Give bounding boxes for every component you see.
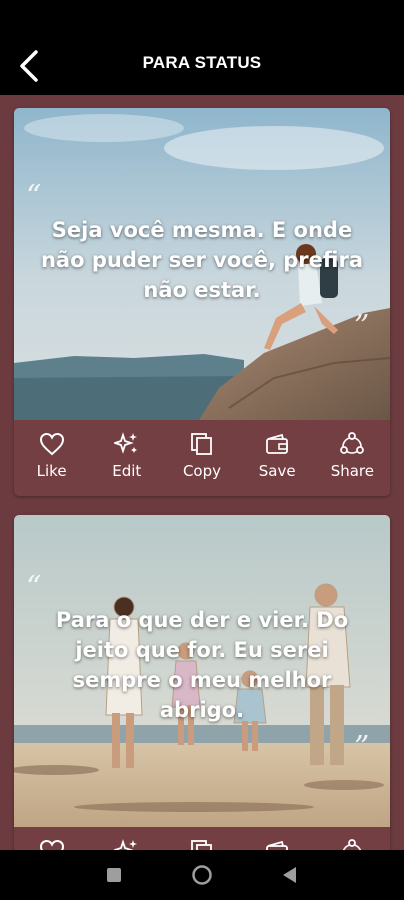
share-button[interactable]: Share [317,837,387,850]
close-quote-mark: ” [354,309,370,344]
system-navigation-bar [0,850,404,900]
copy-icon [188,837,216,850]
save-label: Save [258,462,296,480]
like-button[interactable]: Like [17,430,87,480]
like-label: Like [36,462,67,480]
close-quote-mark: ” [354,730,370,765]
home-button[interactable] [182,855,222,895]
copy-button[interactable]: Copy [167,837,237,850]
wallet-icon [263,837,291,850]
quote-text: Seja você mesma. E onde não puder ser vo… [40,218,363,302]
save-button[interactable]: Save [242,837,312,850]
sparkle-icon [113,837,141,850]
edit-label: Edit [112,462,142,480]
app-bar: PARA STATUS [0,0,404,95]
copy-label: Copy [182,462,221,480]
open-quote-mark: “ [26,179,42,214]
quote-actions: Like Edit Copy Save [14,420,390,496]
wallet-icon [263,430,291,458]
share-label: Share [330,462,374,480]
share-button[interactable]: Share [317,430,387,480]
back-triangle-icon [283,867,296,883]
share-icon [338,430,366,458]
quote-background-image: “ Seja você mesma. E onde não puder ser … [14,108,390,420]
home-circle-icon [192,865,212,885]
edit-button[interactable]: Edit [92,837,162,850]
page-title: PARA STATUS [142,53,262,72]
sparkle-icon [113,430,141,458]
quote-card: “ Para o que der e vier. Do jeito que fo… [14,515,390,850]
system-back-button[interactable] [270,855,310,895]
quote-text: Para o que der e vier. Do jeito que for.… [55,608,349,722]
quote-list[interactable]: “ Seja você mesma. E onde não puder ser … [0,95,404,850]
quote-actions: Like Edit Copy Save [14,827,390,850]
like-button[interactable]: Like [17,837,87,850]
save-button[interactable]: Save [242,430,312,480]
quote-background-image: “ Para o que der e vier. Do jeito que fo… [14,515,390,827]
recents-square-icon [107,868,121,882]
heart-icon [38,837,66,850]
share-icon [338,837,366,850]
recents-button[interactable] [94,855,134,895]
quote-card: “ Seja você mesma. E onde não puder ser … [14,108,390,496]
heart-icon [38,430,66,458]
copy-icon [188,430,216,458]
copy-button[interactable]: Copy [167,430,237,480]
open-quote-mark: “ [26,570,42,605]
edit-button[interactable]: Edit [92,430,162,480]
